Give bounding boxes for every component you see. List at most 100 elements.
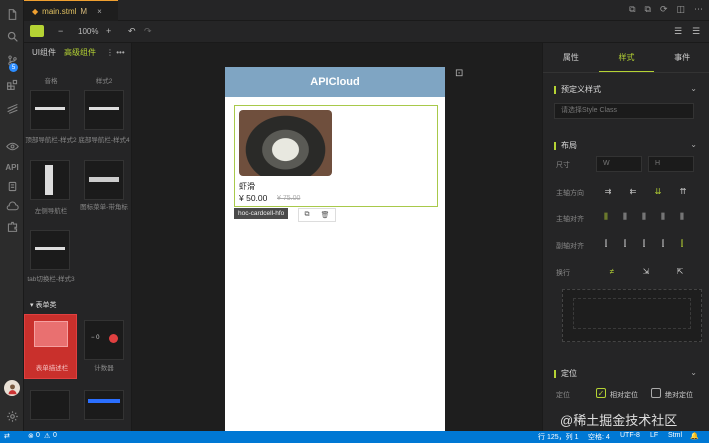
align-baseline-icon[interactable]: ⫿ <box>653 238 673 250</box>
status-bar: ⇄ ⊗ 0 ⚠ 0 行 125，列 1 空格: 4 UTF-8 LF Stml … <box>0 431 709 443</box>
compare-icon[interactable]: ⧉ <box>629 4 635 15</box>
preview-icon[interactable]: ⧉ <box>645 4 651 15</box>
avatar[interactable] <box>4 380 20 396</box>
remote-icon[interactable]: ⇄ <box>4 432 10 440</box>
direction-column-icon[interactable]: ⇊ <box>648 185 668 197</box>
design-toolbar: − 100% + ↶ ↷ ☰ ☰ <box>24 21 709 43</box>
gear-icon[interactable] <box>4 408 20 424</box>
component-tile[interactable] <box>84 390 124 420</box>
component-tile[interactable] <box>30 90 70 130</box>
tab-events[interactable]: 事件 <box>654 43 709 72</box>
close-icon[interactable]: × <box>97 7 102 16</box>
more-icon[interactable]: ⋮ ••• <box>106 48 125 57</box>
align-left-icon[interactable]: ☰ <box>674 26 682 37</box>
justify-end-icon[interactable]: ⫼ <box>634 211 654 223</box>
component-tile[interactable] <box>84 90 124 130</box>
component-tile[interactable]: − 0 <box>84 320 124 360</box>
editor-tab-bar: ◆ main.stml M × ⧉ ⧉ ⟳ ◫ ⋯ <box>24 0 709 21</box>
position-label: 定位 <box>556 392 570 399</box>
tab-main-stml[interactable]: ◆ main.stml M × <box>24 0 118 21</box>
tab-filename: main.stml <box>42 6 77 16</box>
error-count[interactable]: 0 <box>36 432 40 439</box>
tab-ui-components[interactable]: UI组件 <box>32 47 56 58</box>
preview-eye-icon[interactable] <box>4 138 20 154</box>
bell-icon[interactable]: 🔔 <box>690 432 699 440</box>
section-position[interactable]: 定位 <box>554 368 577 379</box>
more-icon[interactable]: ⋯ <box>694 4 703 15</box>
justify-center-icon[interactable]: ⫼ <box>615 211 635 223</box>
component-tile[interactable] <box>30 230 70 270</box>
width-input[interactable]: W <box>596 156 642 172</box>
extensions-icon[interactable] <box>4 76 20 92</box>
encoding[interactable]: UTF-8 <box>620 432 640 439</box>
component-tile[interactable] <box>84 160 124 200</box>
style-class-select[interactable]: 请选择Style Class <box>554 103 694 119</box>
align-right-icon[interactable]: ☰ <box>692 26 700 37</box>
layout-icon[interactable]: ⊡ <box>455 68 463 79</box>
undo-icon[interactable]: ↶ <box>128 26 136 37</box>
align-end-icon[interactable]: ⫿ <box>634 238 654 250</box>
scribble-icon[interactable] <box>4 100 20 116</box>
tab-attributes[interactable]: 属性 <box>543 43 599 72</box>
component-tile[interactable] <box>30 390 70 420</box>
wrap-icon[interactable]: ⇲ <box>636 265 656 277</box>
indent-spaces[interactable]: 空格: 4 <box>588 432 610 442</box>
direction-column-reverse-icon[interactable]: ⇈ <box>673 185 693 197</box>
plus-icon <box>109 334 118 343</box>
api-icon[interactable]: API <box>4 159 20 175</box>
relative-position-checkbox[interactable]: ✓ <box>596 388 606 398</box>
split-icon[interactable]: ◫ <box>676 4 685 15</box>
cloud-icon[interactable] <box>4 198 20 214</box>
chevron-down-icon[interactable]: ⌄ <box>690 84 697 93</box>
ide-window: 5 API ◆ main.stml M × ⧉ ⧉ ⟳ ◫ ⋯ − 100% +… <box>0 0 709 443</box>
redo-icon[interactable]: ↷ <box>144 26 152 37</box>
component-label: 音格 <box>44 78 58 85</box>
page-header: APICloud <box>225 67 445 97</box>
debug-icon[interactable] <box>4 178 20 194</box>
watermark: @稀土掘金技术社区 <box>560 413 678 428</box>
product-image <box>239 110 332 176</box>
search-icon[interactable] <box>4 28 20 44</box>
section-header-forms[interactable]: ▾ 表单类 <box>30 300 56 310</box>
delete-icon[interactable]: 🗑 <box>321 211 330 219</box>
selection-actions: ⧉ 🗑 <box>298 208 336 222</box>
justify-start-icon[interactable]: ⫼ <box>596 211 616 223</box>
tab-modified-indicator: M <box>80 6 88 16</box>
component-tabs: UI组件 高级组件 ⋮ ••• <box>24 43 131 61</box>
tab-advanced-components[interactable]: 高级组件 <box>64 47 96 58</box>
error-icon[interactable]: ⊗ <box>28 432 34 440</box>
height-input[interactable]: H <box>648 156 694 172</box>
end-of-line[interactable]: LF <box>650 432 658 439</box>
nowrap-icon[interactable]: ≠ <box>602 265 622 277</box>
direction-row-icon[interactable]: ⇉ <box>598 185 618 197</box>
warning-count[interactable]: 0 <box>53 432 57 439</box>
zoom-out-button[interactable]: − <box>58 26 63 36</box>
component-tile-selected[interactable]: 表单描述栏 <box>24 314 77 379</box>
absolute-position-checkbox[interactable] <box>651 388 661 398</box>
component-label: tab切换栏-样式3 <box>27 276 75 283</box>
chevron-down-icon: ▾ <box>30 302 34 309</box>
chevron-down-icon[interactable]: ⌄ <box>690 140 697 149</box>
align-center-icon[interactable]: ⫿ <box>615 238 635 250</box>
plugin-icon[interactable] <box>4 218 20 234</box>
refresh-icon[interactable]: ⟳ <box>660 4 668 15</box>
section-layout[interactable]: 布局 <box>554 140 577 151</box>
cursor-position[interactable]: 行 125，列 1 <box>538 432 578 442</box>
component-tile[interactable] <box>30 160 70 200</box>
justify-around-icon[interactable]: ⫼ <box>672 211 692 223</box>
warning-icon[interactable]: ⚠ <box>44 432 50 440</box>
direction-row-reverse-icon[interactable]: ⇇ <box>623 185 643 197</box>
align-stretch-icon[interactable]: ⫿ <box>672 238 692 250</box>
zoom-in-button[interactable]: + <box>106 26 111 36</box>
absolute-position-label: 绝对定位 <box>665 392 693 399</box>
files-icon[interactable] <box>4 6 20 22</box>
main-direction-label: 主轴方向 <box>556 190 584 197</box>
justify-between-icon[interactable]: ⫼ <box>653 211 673 223</box>
align-start-icon[interactable]: ⫿ <box>596 238 616 250</box>
section-predefined-style[interactable]: 预定义样式 <box>554 84 601 95</box>
wrap-reverse-icon[interactable]: ⇱ <box>670 265 690 277</box>
language-mode[interactable]: Stml <box>668 432 682 439</box>
copy-icon[interactable]: ⧉ <box>305 211 310 219</box>
tab-styles[interactable]: 样式 <box>598 43 655 72</box>
chevron-down-icon[interactable]: ⌄ <box>690 368 697 377</box>
